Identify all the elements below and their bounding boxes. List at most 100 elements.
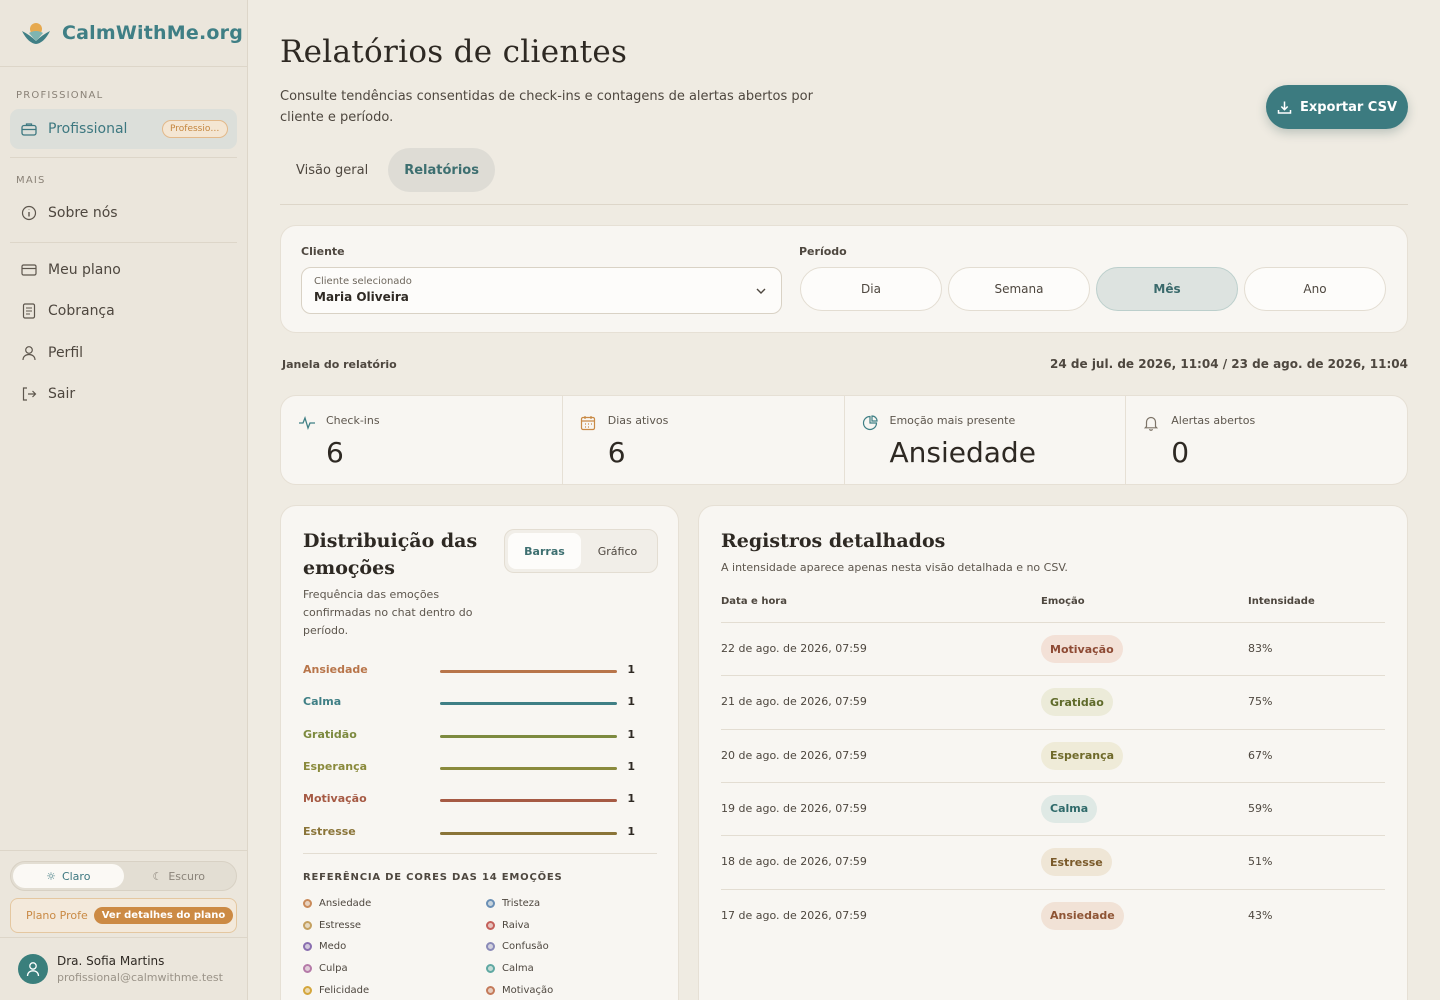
emotion-bar-row: Motivação 1 (303, 792, 657, 808)
view-chart-button[interactable]: Gráfico (581, 533, 654, 569)
cell-date: 19 de ago. de 2026, 07:59 (721, 801, 867, 815)
sidebar-item-my-plan[interactable]: Meu plano (10, 250, 237, 290)
cell-intensity: 83% (1248, 642, 1273, 655)
view-bars-button[interactable]: Barras (508, 533, 581, 569)
bar-track (440, 766, 617, 770)
client-label: Cliente (301, 245, 345, 258)
info-icon (20, 204, 38, 222)
table-row: 17 de ago. de 2026, 07:59 Ansiedade 43% (721, 888, 1385, 942)
user-icon (26, 962, 40, 977)
user-name: Dra. Sofia Martins (57, 954, 165, 968)
period-year-button[interactable]: Ano (1244, 267, 1386, 311)
theme-dark-button[interactable]: ☾ Escuro (124, 864, 235, 888)
client-select[interactable]: Cliente selecionado Maria Oliveira (301, 267, 782, 314)
emotion-bar-row: Gratidão 1 (303, 728, 657, 744)
sidebar-item-billing[interactable]: Cobrança (10, 291, 237, 331)
table-row: 19 de ago. de 2026, 07:59 Calma 59% (721, 781, 1385, 835)
page-subtitle: Consulte tendências consentidas de check… (280, 89, 813, 125)
pie-chart-icon (862, 415, 878, 431)
bar-track (440, 734, 617, 738)
user-email: profissional@calmwithme.test (57, 971, 223, 984)
plan-name: Plano Profe (26, 909, 88, 922)
period-day-button[interactable]: Dia (800, 267, 942, 311)
legend-item: Tristeza (486, 898, 540, 909)
legend-label: Medo (319, 941, 347, 953)
lotus-sun-icon (22, 23, 50, 44)
table-row: 20 de ago. de 2026, 07:59 Esperança 67% (721, 728, 1385, 782)
legend-swatch (303, 920, 312, 930)
plan-box: Plano Profe Ver detalhes do plano (10, 898, 237, 933)
bar (440, 702, 617, 706)
briefcase-icon (20, 120, 38, 138)
brand-name: CalmWithMe.org (62, 22, 243, 44)
legend-label: Felicidade (319, 984, 370, 996)
emotion-bar-row: Estresse 1 (303, 825, 657, 841)
user-row[interactable]: Dra. Sofia Martins profissional@calmwith… (0, 937, 248, 1000)
theme-light-button[interactable]: ☼ Claro (13, 864, 124, 888)
cell-intensity: 67% (1248, 748, 1273, 762)
legend-item: Medo (303, 941, 346, 952)
filters-card: Cliente Cliente selecionado Maria Olivei… (280, 225, 1408, 333)
table-row: 21 de ago. de 2026, 07:59 Gratidão 75% (721, 675, 1385, 728)
legend-item: Felicidade (303, 985, 369, 996)
bar-label: Estresse (303, 824, 356, 838)
card-icon (20, 261, 38, 279)
chevron-down-icon (756, 288, 766, 294)
sidebar-item-about[interactable]: Sobre nós (10, 193, 237, 233)
legend-label: Calma (502, 963, 534, 975)
tab-reports[interactable]: Relatórios (388, 148, 495, 192)
legend-swatch (486, 964, 495, 974)
period-month-button[interactable]: Mês (1096, 267, 1238, 311)
moon-icon: ☾ (152, 869, 163, 883)
sidebar-item-professional[interactable]: Profissional Professional (10, 109, 237, 149)
divider (10, 242, 237, 243)
legend-swatch (303, 942, 312, 952)
legend-item: Confusão (486, 941, 549, 952)
calendar-icon (580, 416, 595, 431)
bar-value-label: 1 (627, 759, 635, 773)
report-window-value: 24 de jul. de 2026, 11:04 / 23 de ago. d… (1050, 357, 1408, 371)
stat-top-emotion: Emoção mais presente Ansiedade (845, 396, 1127, 484)
bar-value-label: 1 (627, 663, 635, 676)
stat-value: Ansiedade (889, 436, 1036, 469)
cell-date: 20 de ago. de 2026, 07:59 (721, 748, 867, 762)
sidebar-item-label: Perfil (48, 345, 84, 361)
emotion-distribution-card: Distribuição das emoções Frequência das … (280, 505, 679, 1000)
logout-icon (20, 385, 38, 403)
period-week-button[interactable]: Semana (948, 267, 1090, 311)
cell-intensity: 43% (1248, 908, 1273, 922)
tabs-divider (280, 204, 1408, 205)
legend-label: Motivação (502, 984, 554, 996)
legend-swatch (303, 899, 312, 908)
table-row: 18 de ago. de 2026, 07:59 Estresse 51% (721, 835, 1385, 888)
legend-item: Culpa (303, 963, 348, 974)
cell-intensity: 51% (1248, 855, 1273, 869)
legend-item: Ansiedade (303, 898, 371, 909)
legend-swatch (303, 985, 312, 995)
tabs: Visão geral Relatórios (280, 148, 499, 192)
legend-label: Tristeza (502, 898, 541, 909)
download-icon (1277, 101, 1292, 114)
avatar (18, 954, 48, 984)
bar-label: Ansiedade (303, 663, 368, 676)
emotion-badge: Motivação (1041, 635, 1123, 663)
emotion-bar-row: Calma 1 (303, 695, 657, 711)
stat-value: 6 (607, 436, 626, 469)
cell-intensity: 75% (1248, 695, 1273, 709)
sidebar-item-logout[interactable]: Sair (10, 374, 237, 414)
bar-track (440, 799, 617, 803)
client-select-value: Maria Oliveira (314, 290, 409, 304)
section-more: MAIS (16, 175, 46, 186)
export-csv-button[interactable]: Exportar CSV (1266, 85, 1408, 129)
legend-item: Estresse (303, 920, 361, 931)
view-toggle: Barras Gráfico (504, 529, 658, 573)
brand[interactable]: CalmWithMe.org (0, 0, 247, 67)
bar-label: Calma (303, 695, 342, 709)
bar (440, 831, 617, 835)
sun-icon: ☼ (46, 869, 56, 883)
sidebar-item-profile[interactable]: Perfil (10, 333, 237, 373)
tab-overview[interactable]: Visão geral (280, 148, 384, 192)
sidebar-item-label: Sair (48, 386, 76, 402)
plan-details-button[interactable]: Ver detalhes do plano (93, 907, 234, 924)
sidebar-item-label: Meu plano (48, 262, 121, 278)
